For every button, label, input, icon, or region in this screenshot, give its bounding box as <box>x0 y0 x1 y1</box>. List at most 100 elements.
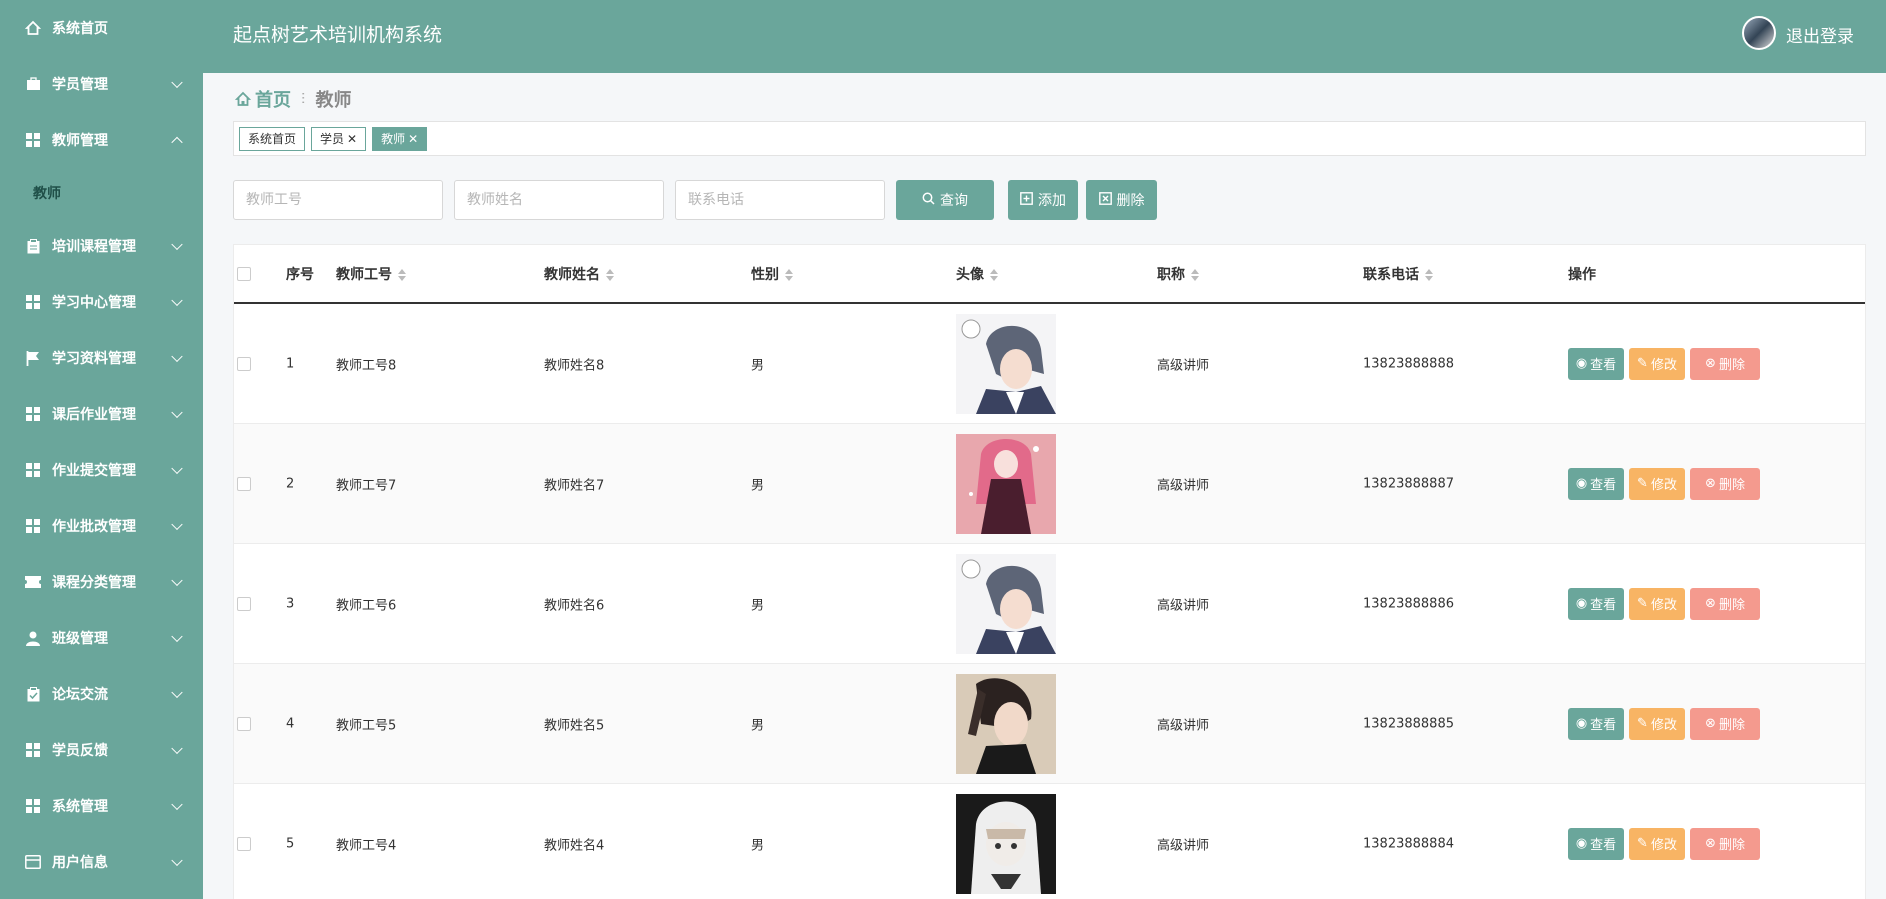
sidebar-item-2[interactable]: 教师管理 <box>0 112 203 168</box>
sort-icon[interactable] <box>990 268 998 281</box>
chevron-down-icon <box>171 742 183 755</box>
batch-delete-button[interactable]: 删除 <box>1086 180 1157 220</box>
col-avatar[interactable]: 头像 <box>956 264 998 284</box>
row-checkbox[interactable] <box>237 356 251 371</box>
edit-label: 修改 <box>1650 358 1677 373</box>
view-button[interactable]: ◉ 查看 <box>1568 707 1624 740</box>
view-button[interactable]: ◉ 查看 <box>1568 467 1624 500</box>
col-no: 序号 <box>286 266 314 283</box>
edit-button[interactable]: ✎ 修改 <box>1629 467 1685 500</box>
chevron-down-icon <box>171 518 183 531</box>
id-card-icon <box>24 853 42 871</box>
grid-icon <box>24 131 42 149</box>
x-circle-icon: ⊗ <box>1705 356 1716 371</box>
delete-button[interactable]: ⊗ 删除 <box>1690 467 1760 500</box>
grid-icon <box>24 405 42 423</box>
col-teacher-id[interactable]: 教师工号 <box>336 264 406 284</box>
sort-icon[interactable] <box>1191 268 1199 281</box>
user-avatar[interactable] <box>1742 16 1776 50</box>
sidebar-item-3[interactable]: 培训课程管理 <box>0 218 203 274</box>
close-icon[interactable]: ✕ <box>347 132 357 146</box>
teacher-avatar-image <box>956 673 1056 774</box>
table-row[interactable]: 1 教师工号8 教师姓名8 男高级讲师 13823888888 ◉ 查看 ✎ 修改 ⊗ 删除 <box>234 304 1865 424</box>
teacher-id-input[interactable] <box>233 180 443 220</box>
sidebar-item-10[interactable]: 班级管理 <box>0 610 203 666</box>
cell-teacher-id: 教师工号7 <box>336 478 397 493</box>
tag-label: 系统首页 <box>248 132 297 146</box>
sidebar-item-7[interactable]: 作业提交管理 <box>0 442 203 498</box>
sidebar-item-9[interactable]: 课程分类管理 <box>0 554 203 610</box>
teacher-name-input[interactable] <box>454 180 664 220</box>
chevron-down-icon <box>171 462 183 475</box>
select-all-checkbox[interactable] <box>237 266 251 281</box>
delete-button[interactable]: ⊗ 删除 <box>1690 347 1760 380</box>
sidebar-item-label: 学习资料管理 <box>52 351 136 367</box>
col-phone[interactable]: 联系电话 <box>1363 264 1433 284</box>
delete-button[interactable]: ⊗ 删除 <box>1690 827 1760 860</box>
breadcrumb-home[interactable]: 首页 <box>255 86 291 112</box>
view-button[interactable]: ◉ 查看 <box>1568 827 1624 860</box>
table-row[interactable]: 3 教师工号6 教师姓名6 男高级讲师 13823888886 ◉ 查看 ✎ 修改 ⊗ 删除 <box>234 544 1865 664</box>
sidebar-item-11[interactable]: 论坛交流 <box>0 666 203 722</box>
delete-button[interactable]: ⊗ 删除 <box>1690 707 1760 740</box>
edit-button[interactable]: ✎ 修改 <box>1629 347 1685 380</box>
logout-button[interactable]: 退出登录 <box>1786 22 1854 47</box>
breadcrumb: 首页 ⵗ 教师 <box>234 86 351 112</box>
col-label: 联系电话 <box>1363 266 1419 283</box>
chevron-down-icon <box>171 574 183 587</box>
sidebar-item-6[interactable]: 课后作业管理 <box>0 386 203 442</box>
sidebar-item-13[interactable]: 系统管理 <box>0 778 203 834</box>
phone-input[interactable] <box>675 180 885 220</box>
sidebar-subitem-teacher[interactable]: 教师 <box>0 168 203 218</box>
sidebar-item-label: 学员管理 <box>52 77 108 93</box>
row-checkbox[interactable] <box>237 836 251 851</box>
table-row[interactable]: 2 教师工号7 教师姓名7 男高级讲师 13823888887 ◉ 查看 ✎ 修改 ⊗ 删除 <box>234 424 1865 544</box>
query-button[interactable]: 查询 <box>896 180 994 220</box>
tag-home[interactable]: 系统首页 <box>239 126 306 151</box>
tag-student[interactable]: 学员 ✕ <box>311 126 367 151</box>
chevron-down-icon <box>171 686 183 699</box>
col-teacher-name[interactable]: 教师姓名 <box>544 264 614 284</box>
sort-icon[interactable] <box>398 268 406 281</box>
sidebar: 系统首页学员管理教师管理 教师 培训课程管理 学习中心管理学习资料管理课后作业管理 作业… <box>0 0 203 899</box>
close-icon[interactable]: ✕ <box>408 132 418 146</box>
add-button[interactable]: 添加 <box>1008 180 1078 220</box>
eye-icon: ◉ <box>1575 836 1588 851</box>
table-row[interactable]: 4 教师工号5 教师姓名5 男高级讲师 13823888885 ◉ 查看 ✎ 修改 ⊗ 删除 <box>234 664 1865 784</box>
col-gender[interactable]: 性别 <box>751 264 793 284</box>
cell-title: 高级讲师 <box>1157 478 1210 493</box>
row-checkbox[interactable] <box>237 476 251 491</box>
view-button[interactable]: ◉ 查看 <box>1568 347 1624 380</box>
search-bar: 查询 添加 删除 <box>233 180 1157 220</box>
teacher-avatar-image <box>956 433 1056 534</box>
cell-teacher-name: 教师姓名4 <box>544 838 605 853</box>
sidebar-item-1[interactable]: 学员管理 <box>0 56 203 112</box>
sort-icon[interactable] <box>1425 268 1433 281</box>
sort-icon[interactable] <box>785 268 793 281</box>
sort-icon[interactable] <box>606 268 614 281</box>
home-icon <box>24 19 42 37</box>
table-row[interactable]: 5 教师工号4 教师姓名4 男高级讲师 13823888884 ◉ 查看 ✎ 修改 ⊗ 删除 <box>234 784 1865 899</box>
sidebar-item-4[interactable]: 学习中心管理 <box>0 274 203 330</box>
col-title[interactable]: 职称 <box>1157 264 1199 284</box>
sidebar-item-12[interactable]: 学员反馈 <box>0 722 203 778</box>
delete-label: 删除 <box>1718 598 1745 613</box>
edit-label: 修改 <box>1650 598 1677 613</box>
eye-icon: ◉ <box>1575 716 1588 731</box>
edit-button[interactable]: ✎ 修改 <box>1629 707 1685 740</box>
user-icon <box>24 629 42 647</box>
row-checkbox[interactable] <box>237 596 251 611</box>
edit-button[interactable]: ✎ 修改 <box>1629 827 1685 860</box>
sidebar-item-14[interactable]: 用户信息 <box>0 834 203 890</box>
delete-button[interactable]: ⊗ 删除 <box>1690 587 1760 620</box>
sidebar-item-5[interactable]: 学习资料管理 <box>0 330 203 386</box>
col-label: 教师姓名 <box>544 266 600 283</box>
cell-teacher-name: 教师姓名7 <box>544 478 605 493</box>
edit-button[interactable]: ✎ 修改 <box>1629 587 1685 620</box>
view-button[interactable]: ◉ 查看 <box>1568 587 1624 620</box>
row-checkbox[interactable] <box>237 716 251 731</box>
sidebar-item-0[interactable]: 系统首页 <box>0 0 203 56</box>
view-label: 查看 <box>1590 478 1617 493</box>
sidebar-item-8[interactable]: 作业批改管理 <box>0 498 203 554</box>
tag-teacher[interactable]: 教师 ✕ <box>372 126 428 151</box>
